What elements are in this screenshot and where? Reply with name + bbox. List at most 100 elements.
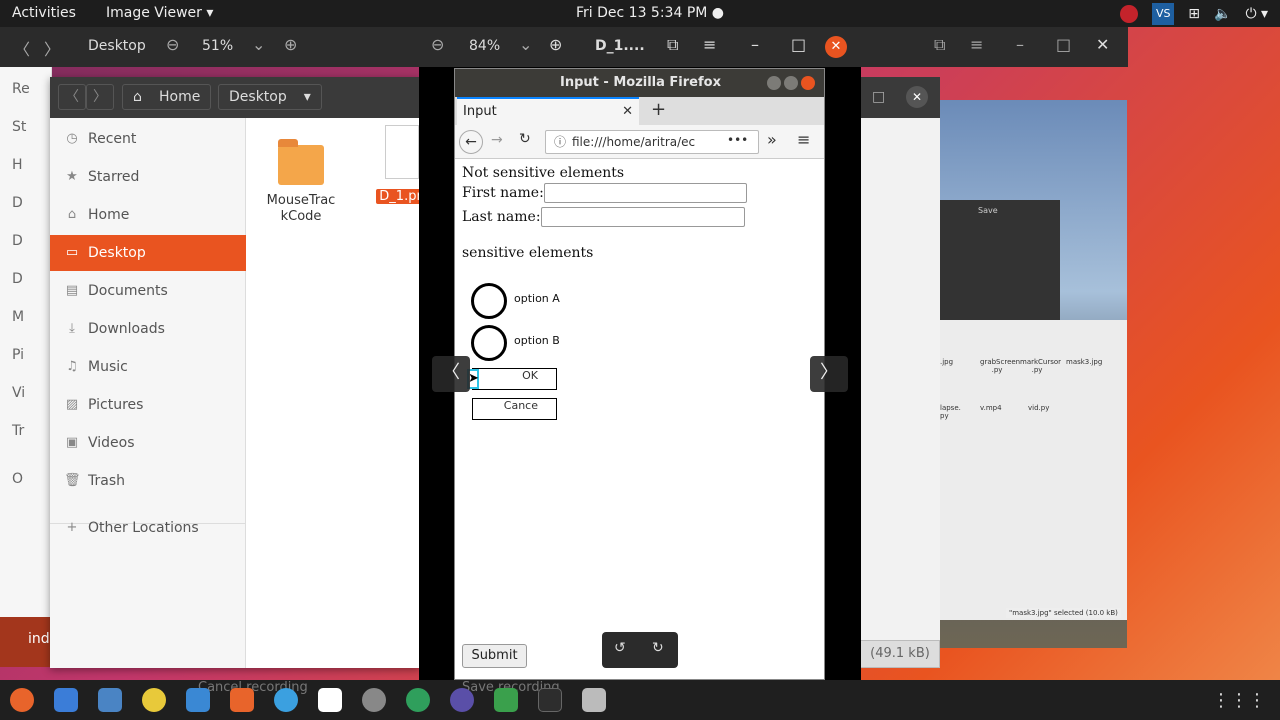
zoom-in-icon[interactable]: ⊕ — [549, 35, 562, 54]
strip-item[interactable]: Pi — [12, 347, 24, 363]
menu-icon[interactable]: ≡ — [970, 35, 983, 54]
volume-icon[interactable]: 🔈 — [1214, 6, 1231, 22]
strip-item[interactable]: O — [12, 471, 23, 487]
sidebar-item-recent[interactable]: ◷ Recent — [50, 121, 246, 157]
sidebar-item-documents[interactable]: ▤ Documents — [50, 273, 246, 309]
ff-overflow-icon: » — [767, 130, 777, 149]
fullscreen-icon[interactable]: ⧉ — [667, 35, 678, 55]
menu-icon[interactable]: ≡ — [703, 35, 716, 54]
status-size: (49.1 kB) — [860, 640, 940, 668]
strip-item[interactable]: D — [12, 233, 23, 249]
image-thumbnail-icon — [385, 125, 419, 179]
breadcrumb-home[interactable]: ⌂ Home — [122, 84, 212, 110]
fullscreen-icon[interactable]: ⧉ — [934, 35, 945, 55]
zoom-out-icon[interactable]: ⊖ — [431, 35, 444, 54]
settings-icon[interactable] — [362, 688, 386, 712]
forward-button[interactable]: 〉 — [86, 84, 114, 110]
chrome-icon[interactable] — [406, 688, 430, 712]
back-icon[interactable]: 〈 — [14, 36, 30, 60]
bg-dark-window: Save — [940, 200, 1060, 320]
files-icon[interactable] — [98, 688, 122, 712]
previous-image-button[interactable]: 〈 — [432, 356, 470, 392]
sidebar-item-home[interactable]: ⌂ Home — [50, 197, 246, 233]
ff-url-text: file:///home/aritra/ec — [572, 135, 696, 149]
mail-icon[interactable] — [54, 688, 78, 712]
system-tray[interactable]: VS ⊞ 🔈 ⏻ ▾ — [1120, 3, 1268, 25]
sidebar-item-starred[interactable]: ★ Starred — [50, 159, 246, 195]
trash-icon: 🗑 — [64, 473, 81, 488]
heading-sensitive: sensitive elements — [462, 245, 594, 261]
bg-file: vid.py — [1028, 404, 1050, 412]
top-bar: Activities Image Viewer ▾ Fri Dec 13 5:3… — [0, 0, 1280, 27]
terminal-icon[interactable] — [538, 688, 562, 712]
sidebar-item-downloads[interactable]: ⤓ Downloads — [50, 311, 246, 347]
image-viewer-icon[interactable] — [582, 688, 606, 712]
next-image-button[interactable]: 〉 — [810, 356, 848, 392]
strip-item[interactable]: St — [12, 119, 26, 135]
terminal-fragment: ind — [0, 617, 52, 667]
sidebar-item-pictures[interactable]: ▨ Pictures — [50, 387, 246, 423]
strip-item[interactable]: Re — [12, 81, 30, 97]
folder-item[interactable]: MouseTrac kCode — [258, 139, 344, 225]
clock[interactable]: Fri Dec 13 5:34 PM ● — [576, 5, 724, 21]
app-menu[interactable]: Image Viewer ▾ — [106, 5, 213, 21]
software-icon[interactable] — [230, 688, 254, 712]
minimize-icon[interactable]: – — [1016, 35, 1024, 54]
rotate-left-icon[interactable]: ↺ — [614, 640, 626, 656]
viewer-headerbar: ⊖ 84% ⌄ ⊕ D_1.... ⧉ ≡ – □ ✕ — [419, 27, 861, 67]
activities-button[interactable]: Activities — [12, 5, 76, 21]
sidebar-label: Pictures — [88, 397, 144, 413]
close-icon[interactable]: ✕ — [825, 36, 847, 58]
sidebar-item-other-locations[interactable]: + Other Locations — [50, 510, 246, 546]
info-icon: ⓘ — [554, 135, 567, 149]
strip-item[interactable]: H — [12, 157, 23, 173]
bg-zoom-level[interactable]: 51% — [202, 38, 233, 54]
strip-item[interactable]: M — [12, 309, 24, 325]
eclipse-icon[interactable] — [450, 688, 474, 712]
breadcrumb-desktop[interactable]: Desktop ▾ — [218, 84, 322, 110]
file-name: MouseTrac kCode — [266, 193, 336, 224]
sidebar-item-videos[interactable]: ▣ Videos — [50, 425, 246, 461]
ff-forward-icon: → — [491, 132, 503, 148]
option-b-label: option B — [514, 334, 560, 347]
chevron-down-icon[interactable]: ⌄ — [252, 35, 265, 54]
sidebar-label: Recent — [88, 131, 137, 147]
breadcrumb-desktop-label: Desktop — [229, 89, 287, 105]
sidebar-item-music[interactable]: ♫ Music — [50, 349, 246, 385]
back-button[interactable]: 〈 — [58, 84, 86, 110]
firefox-icon[interactable] — [10, 688, 34, 712]
zoom-level[interactable]: 84% — [469, 38, 500, 54]
network-icon[interactable]: ⊞ — [1188, 6, 1200, 22]
power-icon[interactable]: ⏻ ▾ — [1245, 6, 1268, 22]
zoom-in-icon[interactable]: ⊕ — [284, 35, 297, 54]
rotate-right-icon[interactable]: ↻ — [652, 640, 664, 656]
close-icon[interactable]: ✕ — [906, 86, 928, 108]
strip-item[interactable]: Tr — [12, 423, 24, 439]
strip-item[interactable]: D — [12, 271, 23, 287]
sidebar-label: Music — [88, 359, 128, 375]
forward-icon[interactable]: 〉 — [44, 36, 60, 60]
writer-icon[interactable] — [186, 688, 210, 712]
amazon-icon[interactable] — [318, 688, 342, 712]
sidebar-label: Home — [88, 207, 130, 223]
sidebar-item-trash[interactable]: 🗑 Trash — [50, 463, 246, 499]
maximize-icon[interactable]: □ — [872, 89, 885, 105]
strip-item[interactable]: Vi — [12, 385, 25, 401]
chevron-down-icon[interactable]: ⌄ — [519, 35, 532, 54]
maximize-icon[interactable]: □ — [791, 35, 806, 54]
vscode-tray-icon[interactable]: VS — [1152, 3, 1175, 25]
record-icon[interactable] — [1120, 5, 1139, 23]
sidebar-item-desktop[interactable]: ▭ Desktop — [50, 235, 246, 271]
show-apps-icon[interactable]: ⋮⋮⋮ — [1212, 690, 1266, 711]
strip-item[interactable]: D — [12, 195, 23, 211]
maximize-icon[interactable]: □ — [1056, 35, 1071, 54]
rhythmbox-icon[interactable] — [142, 688, 166, 712]
calc-icon[interactable] — [494, 688, 518, 712]
close-icon[interactable]: ✕ — [1096, 35, 1109, 54]
folder-icon — [278, 139, 324, 185]
help-icon[interactable] — [274, 688, 298, 712]
zoom-out-icon[interactable]: ⊖ — [166, 35, 179, 54]
bg-file: markCursor .py — [1020, 358, 1062, 374]
desktop-icon: ▭ — [65, 245, 79, 260]
minimize-icon[interactable]: – — [751, 35, 759, 54]
